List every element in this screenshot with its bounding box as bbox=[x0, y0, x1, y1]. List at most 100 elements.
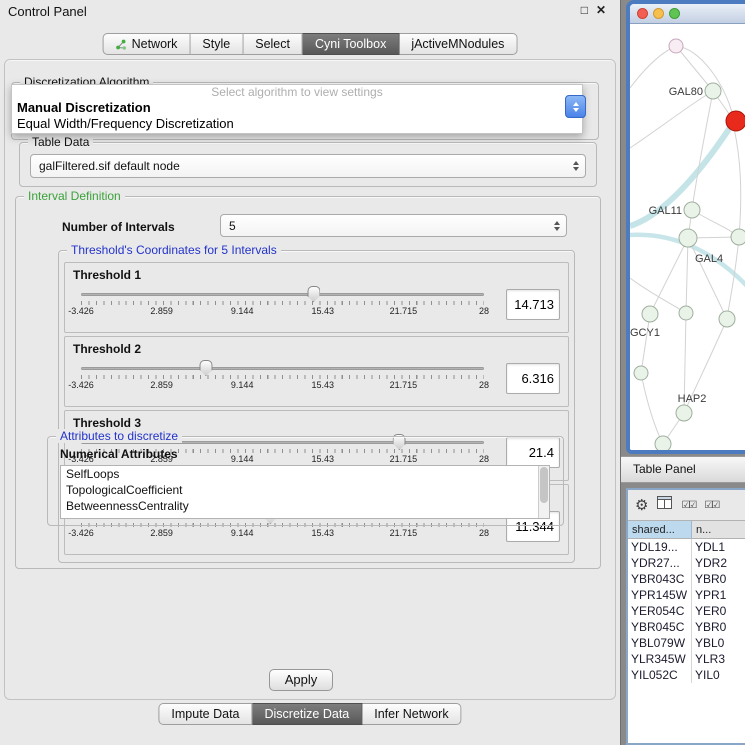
list-item[interactable]: SelfLoops bbox=[61, 466, 549, 482]
table-row[interactable]: YIL052CYIL0 bbox=[628, 667, 745, 683]
network-node[interactable] bbox=[679, 306, 693, 320]
network-node[interactable] bbox=[634, 366, 648, 380]
network-node[interactable] bbox=[655, 436, 671, 450]
slider-scale-label: 9.144 bbox=[231, 380, 254, 390]
cyni-toolbox-panel: Discretization Algorithm Select algorith… bbox=[4, 59, 616, 700]
tab-label: Infer Network bbox=[374, 707, 448, 721]
slider-scale-label: 28 bbox=[479, 306, 489, 316]
apply-button[interactable]: Apply bbox=[269, 669, 333, 691]
table-row[interactable]: YDR27...YDR2 bbox=[628, 555, 745, 571]
slider-scale: -3.4262.8599.14415.4321.71528 bbox=[81, 380, 484, 392]
table-row[interactable]: YBR043CYBR0 bbox=[628, 571, 745, 587]
table-cell: YBR0 bbox=[692, 571, 745, 587]
tab-impute-data[interactable]: Impute Data bbox=[158, 703, 252, 725]
tab-discretize-data[interactable]: Discretize Data bbox=[253, 703, 363, 725]
threshold-label: Threshold 1 bbox=[73, 268, 562, 282]
tab-select[interactable]: Select bbox=[243, 33, 303, 55]
table-row[interactable]: YBR045CYBR0 bbox=[628, 619, 745, 635]
network-node[interactable] bbox=[726, 111, 745, 131]
slider-thumb[interactable] bbox=[199, 360, 212, 376]
float-window-icon[interactable]: □ bbox=[581, 3, 588, 17]
network-node[interactable] bbox=[684, 202, 700, 218]
network-node-label: GAL80 bbox=[669, 86, 703, 98]
network-canvas[interactable]: GAL80GAL11GAL4GCY1HAP2 bbox=[630, 24, 745, 450]
combobox-stepper-icon[interactable] bbox=[565, 95, 586, 118]
network-node[interactable] bbox=[669, 39, 683, 53]
tab-cyni-toolbox[interactable]: Cyni Toolbox bbox=[303, 33, 399, 55]
zoom-traffic-light[interactable] bbox=[669, 8, 680, 19]
algorithm-option[interactable]: Equal Width/Frequency Discretization bbox=[12, 116, 582, 132]
panel-title: Control Panel bbox=[8, 4, 87, 19]
minimize-traffic-light[interactable] bbox=[653, 8, 664, 19]
slider-scale-label: 15.43 bbox=[312, 528, 335, 538]
network-node[interactable] bbox=[719, 311, 735, 327]
network-node-label: GCY1 bbox=[630, 327, 660, 339]
combobox-stepper-icon[interactable] bbox=[573, 161, 579, 171]
threshold-slider[interactable]: -3.4262.8599.14415.4321.71528 bbox=[71, 357, 494, 399]
table-row[interactable]: YDL19...YDL1 bbox=[628, 539, 745, 555]
threshold-value-field[interactable]: 14.713 bbox=[506, 289, 560, 320]
network-node[interactable] bbox=[642, 306, 658, 322]
select-rows-icon[interactable]: ☑☑ bbox=[704, 500, 718, 511]
slider-ticks bbox=[81, 375, 484, 379]
network-node[interactable] bbox=[676, 405, 692, 421]
table-row[interactable]: YLR345WYLR3 bbox=[628, 651, 745, 667]
threshold-panel: Threshold 2 -3.4262.8599.14415.4321.7152… bbox=[64, 336, 569, 407]
network-edge bbox=[686, 238, 688, 313]
threshold-label: Threshold 2 bbox=[73, 342, 562, 356]
network-node[interactable] bbox=[731, 229, 745, 245]
table-row[interactable]: YPR145WYPR1 bbox=[628, 587, 745, 603]
tab-infer-network[interactable]: Infer Network bbox=[362, 703, 461, 725]
select-columns-icon[interactable]: ☑☑ bbox=[681, 500, 695, 511]
network-node[interactable] bbox=[705, 83, 721, 99]
list-item[interactable]: TopologicalCoefficient bbox=[61, 482, 549, 498]
table-row[interactable]: YBL079WYBL0 bbox=[628, 635, 745, 651]
close-traffic-light[interactable] bbox=[637, 8, 648, 19]
network-edge bbox=[676, 46, 713, 91]
table-cell: YDR2 bbox=[692, 555, 745, 571]
table-cell: YDL19... bbox=[628, 539, 692, 555]
network-edge bbox=[630, 91, 713, 148]
slider-scale: -3.4262.8599.14415.4321.71528 bbox=[81, 528, 484, 540]
table-cell: YIL052C bbox=[628, 667, 692, 683]
table-cell: YBR043C bbox=[628, 571, 692, 587]
table-row[interactable]: YER054CYER0 bbox=[628, 603, 745, 619]
scrollbar-thumb[interactable] bbox=[540, 467, 548, 503]
gear-icon[interactable]: ⚙ bbox=[635, 498, 648, 513]
network-node[interactable] bbox=[679, 229, 697, 247]
table-cell: YIL0 bbox=[692, 667, 745, 683]
tab-network[interactable]: Network bbox=[103, 33, 191, 55]
tab-label: Impute Data bbox=[171, 707, 239, 721]
number-of-intervals-combobox[interactable]: 5 bbox=[220, 214, 567, 237]
scrollbar[interactable] bbox=[538, 466, 549, 518]
threshold-slider[interactable]: -3.4262.8599.14415.4321.71528 bbox=[71, 283, 494, 325]
network-canvas-svg[interactable]: GAL80GAL11GAL4GCY1HAP2 bbox=[630, 24, 745, 450]
slider-scale-label: 2.859 bbox=[150, 306, 173, 316]
slider-scale-label: 9.144 bbox=[231, 528, 254, 538]
columns-icon[interactable] bbox=[657, 496, 672, 514]
slider-scale-label: 28 bbox=[479, 380, 489, 390]
slider-track[interactable] bbox=[81, 293, 484, 296]
slider-thumb[interactable] bbox=[307, 286, 320, 302]
slider-track[interactable] bbox=[81, 367, 484, 370]
tab-label: jActiveMNodules bbox=[411, 37, 504, 51]
close-icon[interactable]: ✕ bbox=[596, 3, 606, 17]
combobox-value: galFiltered.sif default node bbox=[39, 155, 180, 177]
combobox-stepper-icon[interactable] bbox=[554, 221, 560, 231]
tab-style[interactable]: Style bbox=[190, 33, 243, 55]
table-data-group: Table Data galFiltered.sif default node bbox=[19, 142, 597, 187]
column-header-shared-name[interactable]: shared... bbox=[628, 521, 692, 538]
tab-jactivemnodules[interactable]: jActiveMNodules bbox=[399, 33, 517, 55]
table-cell: YBR045C bbox=[628, 619, 692, 635]
tab-label: Style bbox=[202, 37, 230, 51]
table-cell: YPR1 bbox=[692, 587, 745, 603]
table-panel-window: ⚙ ☑☑ ☑☑ shared... n... YDL19...YDL1YDR27… bbox=[626, 488, 745, 745]
table-cell: YDR27... bbox=[628, 555, 692, 571]
combobox-value: 5 bbox=[229, 215, 236, 236]
list-item[interactable]: BetweennessCentrality bbox=[61, 498, 549, 514]
table-data-combobox[interactable]: galFiltered.sif default node bbox=[30, 154, 586, 178]
algorithm-option[interactable]: Manual Discretization bbox=[12, 100, 582, 116]
column-header-name[interactable]: n... bbox=[692, 521, 745, 538]
threshold-value-field[interactable]: 6.316 bbox=[506, 363, 560, 394]
network-node-label: HAP2 bbox=[678, 393, 707, 405]
